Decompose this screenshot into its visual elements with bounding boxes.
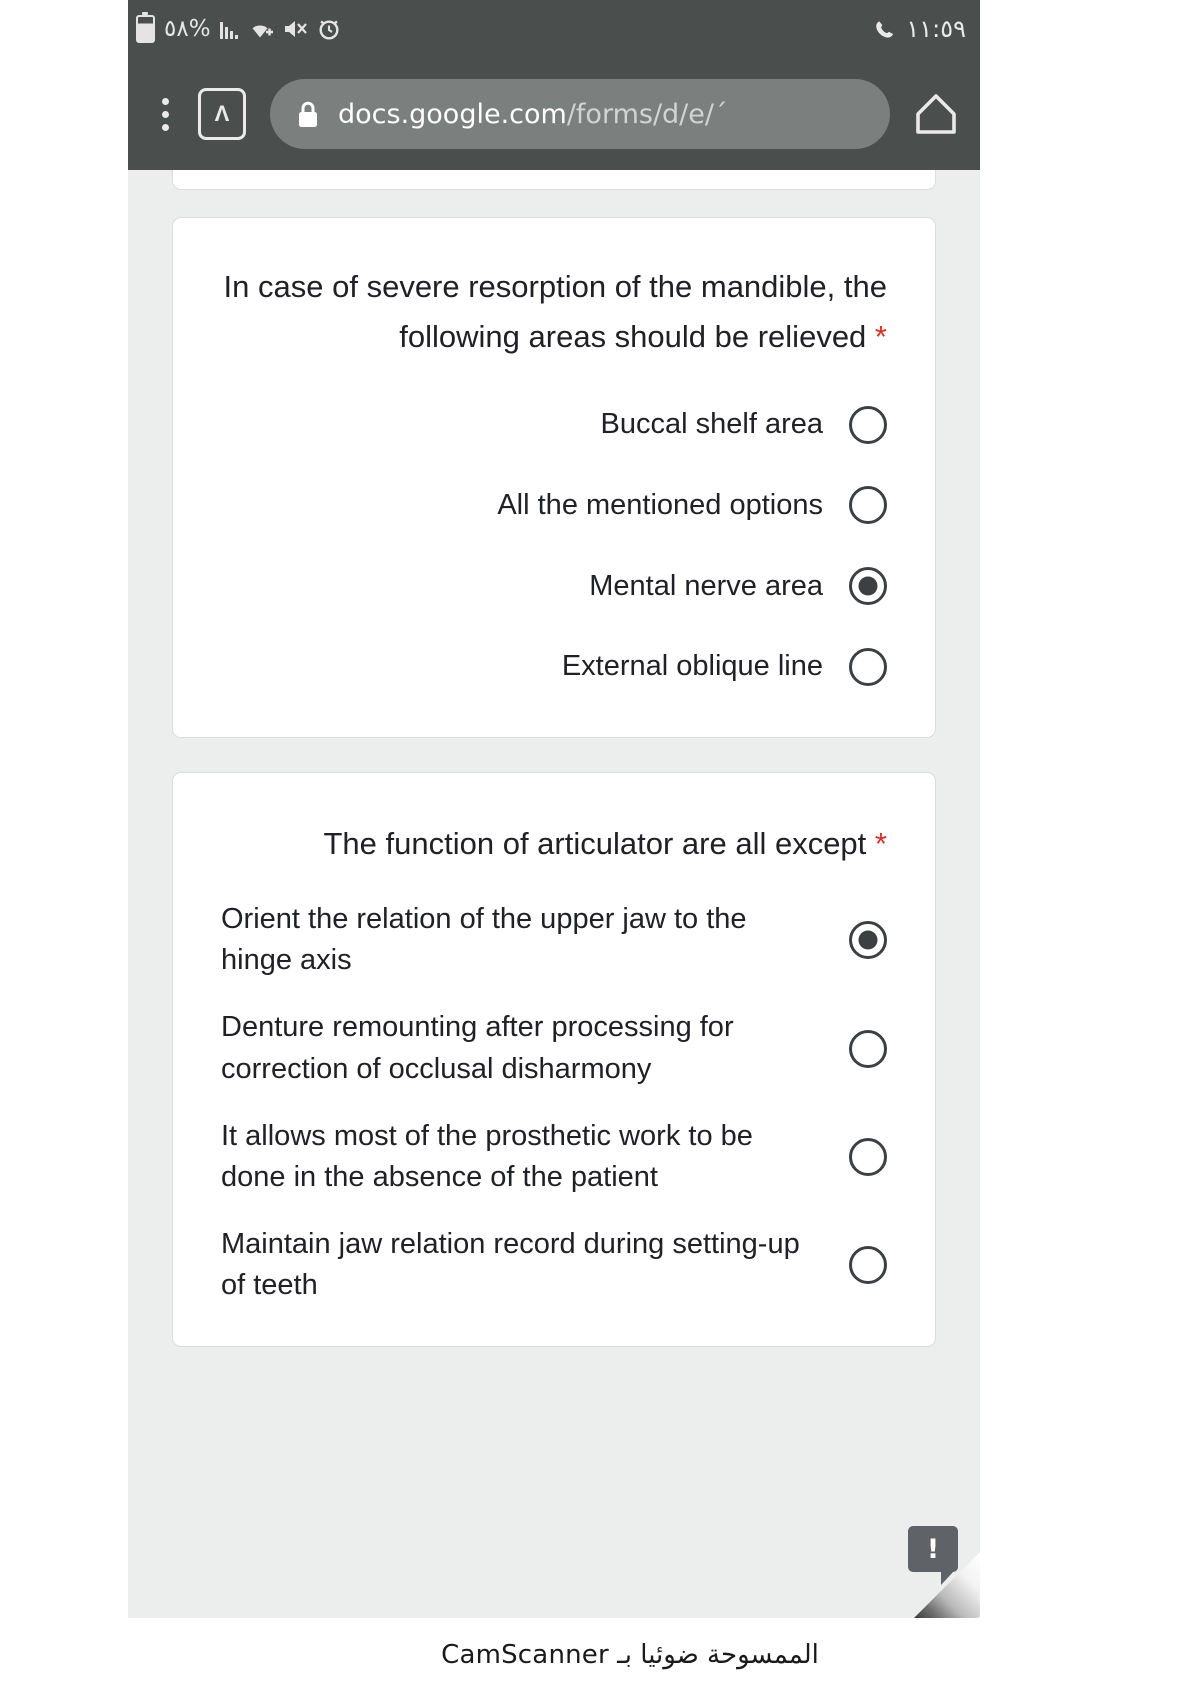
status-bar-clock: ١١:٥٩ (906, 15, 966, 43)
lock-icon (296, 100, 320, 129)
question-1-option-row[interactable]: Mental nerve area (221, 566, 887, 607)
kebab-menu-icon[interactable] (150, 91, 180, 137)
question-card-1: In case of severe resorption of the mand… (172, 217, 936, 738)
option-label: Maintain jaw relation record during sett… (221, 1228, 800, 1302)
question-1-option-row[interactable]: All the mentioned options (221, 485, 887, 526)
radio-button-selected[interactable] (849, 921, 887, 960)
google-form-body: In case of severe resorption of the mand… (128, 170, 980, 1618)
option-label: Buccal shelf area (600, 408, 823, 441)
question-1-options: Buccal shelf area All the mentioned opti… (221, 404, 887, 686)
question-2-option-row[interactable]: Maintain jaw relation record during sett… (221, 1224, 887, 1306)
previous-question-card-stub (172, 170, 936, 190)
question-2-option-row[interactable]: Denture remounting after processing for … (221, 1007, 887, 1089)
status-bar-right: ١١:٥٩ (873, 0, 966, 58)
required-asterisk: * (874, 825, 887, 861)
question-2-options: Orient the relation of the upper jaw to … (221, 899, 887, 1306)
question-2-option-row[interactable]: It allows most of the prosthetic work to… (221, 1116, 887, 1198)
question-1-title: In case of severe resorption of the mand… (221, 262, 887, 362)
url-host: docs.google.com (338, 98, 567, 130)
battery-percent-label: ٥٨% (164, 16, 211, 42)
phone-screenshot: ٥٨% ١١:٥٩ Λ docs.google.com/forms/d/e/ˊ … (128, 0, 980, 1618)
feedback-exclamation: ! (926, 1533, 940, 1565)
radio-button-selected[interactable] (849, 566, 887, 605)
radio-button[interactable] (849, 647, 887, 686)
camscanner-watermark: الممسوحة ضوئيا بـ CamScanner (0, 1640, 1200, 1670)
wifi-icon (247, 18, 273, 40)
battery-icon (136, 12, 155, 43)
option-label: All the mentioned options (497, 489, 823, 522)
status-bar-left-icons: ٥٨% (136, 0, 341, 58)
browser-toolbar: Λ docs.google.com/forms/d/e/ˊ (128, 58, 980, 170)
radio-button[interactable] (849, 486, 887, 525)
option-label: External oblique line (561, 650, 823, 683)
mute-icon (282, 18, 308, 40)
question-1-option-row[interactable]: Buccal shelf area (221, 404, 887, 445)
question-2-title: The function of articulator are all exce… (221, 819, 888, 869)
home-icon[interactable] (914, 91, 958, 137)
address-bar[interactable]: docs.google.com/forms/d/e/ˊ (270, 79, 890, 149)
android-status-bar: ٥٨% ١١:٥٩ (128, 0, 980, 58)
signal-bars-icon (219, 19, 238, 39)
question-1-text: In case of severe resorption of the mand… (223, 269, 887, 355)
call-icon (873, 18, 896, 41)
option-label: Denture remounting after processing for … (221, 1011, 734, 1085)
url-path: /forms/d/e/ˊ (566, 98, 728, 130)
question-card-2: The function of articulator are all exce… (172, 771, 936, 1348)
required-asterisk: * (874, 319, 887, 355)
question-1-option-row[interactable]: External oblique line (221, 646, 887, 687)
question-2-text: The function of articulator are all exce… (323, 825, 867, 861)
radio-button[interactable] (849, 1246, 887, 1285)
address-bar-url: docs.google.com/forms/d/e/ˊ (338, 99, 727, 130)
alarm-icon (317, 17, 341, 41)
radio-button[interactable] (849, 405, 887, 444)
feedback-bubble-icon[interactable]: ! (908, 1526, 958, 1585)
camscanner-watermark-text: الممسوحة ضوئيا بـ CamScanner (441, 1640, 819, 1670)
option-label: Orient the relation of the upper jaw to … (221, 903, 747, 977)
option-label: It allows most of the prosthetic work to… (221, 1119, 753, 1193)
tab-count-button[interactable]: Λ (198, 88, 246, 140)
scanned-page: ٥٨% ١١:٥٩ Λ docs.google.com/forms/d/e/ˊ … (0, 0, 1200, 1698)
question-2-option-row[interactable]: Orient the relation of the upper jaw to … (221, 899, 887, 981)
radio-button[interactable] (849, 1029, 887, 1068)
radio-button[interactable] (849, 1137, 887, 1176)
option-label: Mental nerve area (589, 569, 823, 602)
